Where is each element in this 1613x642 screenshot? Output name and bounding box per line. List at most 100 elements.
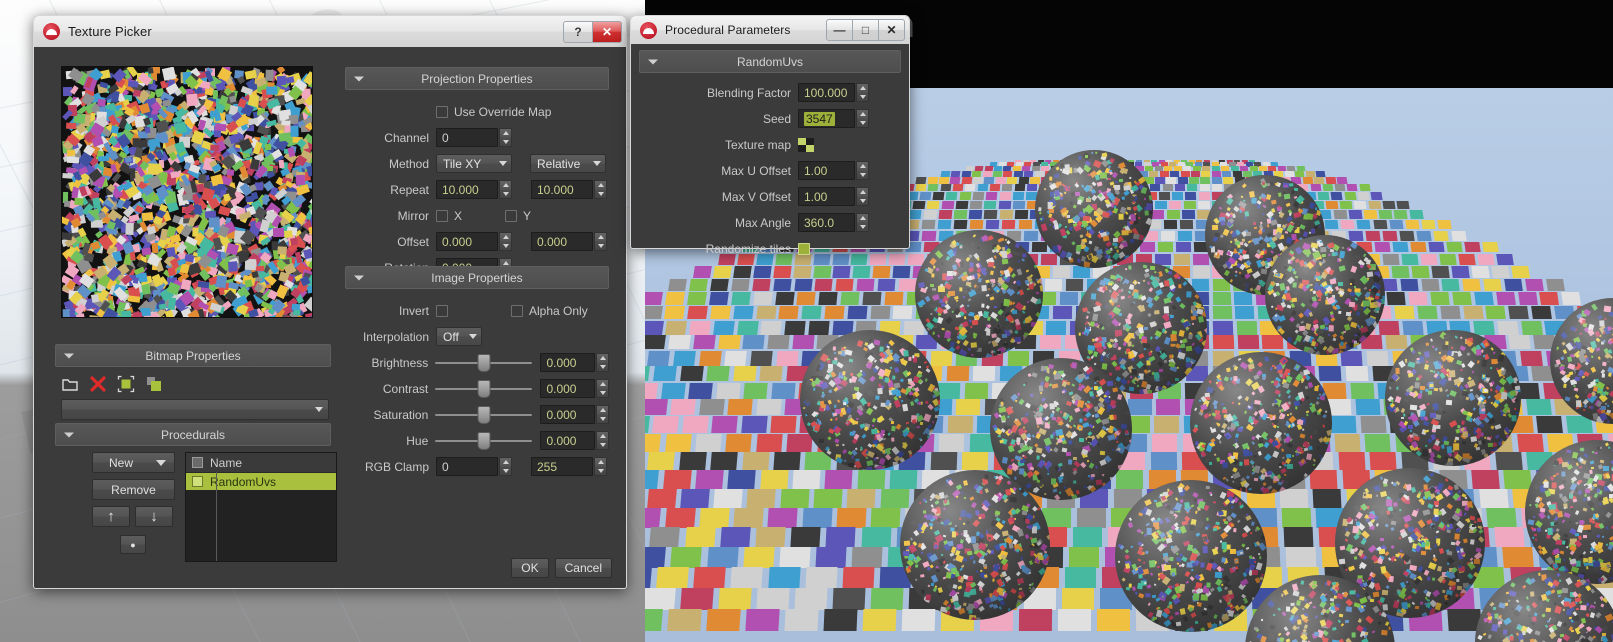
max-angle-label: Max Angle xyxy=(734,215,791,230)
help-button[interactable]: ? xyxy=(563,20,593,43)
invert-row: Invert Alpha Only xyxy=(337,299,609,322)
invert-checkbox[interactable] xyxy=(436,304,448,317)
randomuvs-header[interactable]: RandomUvs xyxy=(639,50,901,73)
saturation-spinner[interactable] xyxy=(596,405,609,424)
chevron-down-icon xyxy=(648,59,658,64)
close-button[interactable]: ✕ xyxy=(879,19,905,41)
procedurals-header[interactable]: Procedurals xyxy=(55,423,331,446)
brightness-spinner[interactable] xyxy=(596,353,609,372)
method-dropdown[interactable]: Tile XY xyxy=(436,154,512,173)
offset-u-input[interactable]: 0.000 xyxy=(436,232,498,251)
blending-factor-input[interactable]: 100.000 xyxy=(798,83,855,102)
max-u-offset-row: Max U Offset 1.00 xyxy=(631,159,901,182)
contrast-row: Contrast 0.000 xyxy=(337,377,609,400)
mirror-x-checkbox[interactable] xyxy=(436,209,448,222)
image-properties-header[interactable]: Image Properties xyxy=(345,266,609,289)
texture-picker-titlebar[interactable]: Texture Picker ? ✕ xyxy=(34,16,626,47)
open-folder-icon[interactable] xyxy=(61,375,79,393)
max-u-offset-spinner[interactable] xyxy=(856,161,869,180)
contrast-input[interactable]: 0.000 xyxy=(540,379,596,398)
repeat-v-input[interactable]: 10.000 xyxy=(531,180,593,199)
hue-spinner[interactable] xyxy=(596,431,609,450)
cancel-button[interactable]: Cancel xyxy=(554,558,612,578)
list-item[interactable]: RandomUvs xyxy=(186,473,336,490)
hue-slider[interactable] xyxy=(435,431,533,450)
channel-input[interactable]: 0 xyxy=(436,128,498,147)
repeat-u-input[interactable]: 10.000 xyxy=(436,180,498,199)
rgb-clamp-min-spinner[interactable] xyxy=(499,457,512,476)
max-u-offset-input[interactable]: 1.00 xyxy=(798,161,855,180)
texture-picker-body: Bitmap Properties Procedurals New Remove… xyxy=(34,47,626,588)
procedural-parameters-dialog[interactable]: Procedural Parameters — □ ✕ RandomUvs Bl… xyxy=(630,15,910,256)
select-bitmap-icon[interactable] xyxy=(117,375,135,393)
app-logo-icon xyxy=(640,21,657,39)
bitmap-properties-section: Bitmap Properties xyxy=(47,337,339,420)
minimize-button[interactable]: — xyxy=(826,19,853,41)
use-override-map-checkbox[interactable] xyxy=(436,105,448,118)
procedural-options-button[interactable]: ● xyxy=(120,535,146,554)
remove-procedural-button[interactable]: Remove xyxy=(92,479,175,500)
ok-button[interactable]: OK xyxy=(511,558,549,578)
saturation-slider[interactable] xyxy=(435,405,533,424)
brightness-slider[interactable] xyxy=(435,353,533,372)
max-angle-spinner[interactable] xyxy=(856,213,869,232)
seed-input[interactable]: 3547 xyxy=(798,109,855,128)
repeat-u-spinner[interactable] xyxy=(499,180,512,199)
interpolation-dropdown[interactable]: Off xyxy=(436,327,482,346)
method-label: Method xyxy=(388,156,429,171)
brightness-input[interactable]: 0.000 xyxy=(540,353,596,372)
offset-v-spinner[interactable] xyxy=(594,232,607,251)
mirror-y-checkbox[interactable] xyxy=(505,209,518,222)
bitmap-properties-header[interactable]: Bitmap Properties xyxy=(55,344,331,367)
contrast-slider[interactable] xyxy=(435,379,533,398)
offset-v-input[interactable]: 0.000 xyxy=(531,232,593,251)
clear-bitmap-icon[interactable] xyxy=(89,375,107,393)
move-down-button[interactable]: ↓ xyxy=(135,506,173,527)
rgb-clamp-min-input[interactable]: 0 xyxy=(436,457,498,476)
repeat-v-spinner[interactable] xyxy=(594,180,607,199)
contrast-slider-knob[interactable] xyxy=(477,379,491,398)
move-up-button[interactable]: ↑ xyxy=(92,506,130,527)
blending-factor-label: Blending Factor xyxy=(706,85,791,100)
maximize-button[interactable]: □ xyxy=(853,19,879,41)
saturation-input[interactable]: 0.000 xyxy=(540,405,596,424)
contrast-spinner[interactable] xyxy=(596,379,609,398)
projection-properties-header[interactable]: Projection Properties xyxy=(345,67,609,90)
hue-slider-knob[interactable] xyxy=(477,431,491,450)
rgb-clamp-max-input[interactable]: 255 xyxy=(531,457,593,476)
projection-properties-label: Projection Properties xyxy=(421,71,533,86)
channel-row: Channel 0 xyxy=(337,126,609,149)
procedural-parameters-titlebar[interactable]: Procedural Parameters — □ ✕ xyxy=(631,16,909,44)
invert-label: Invert xyxy=(398,303,429,318)
procedurals-list-header: Name xyxy=(186,453,336,473)
brightness-slider-knob[interactable] xyxy=(477,353,491,372)
alpha-only-checkbox[interactable] xyxy=(511,304,523,317)
procedurals-section: Procedurals New Remove ↑ ↓ ● Name Random… xyxy=(47,416,339,572)
close-button[interactable]: ✕ xyxy=(593,20,622,43)
offset-u-spinner[interactable] xyxy=(499,232,512,251)
max-angle-input[interactable]: 360.0 xyxy=(798,213,855,232)
blending-factor-spinner[interactable] xyxy=(856,83,869,102)
channel-spinner[interactable] xyxy=(499,128,512,147)
saturation-slider-knob[interactable] xyxy=(477,405,491,424)
max-v-offset-input[interactable]: 1.00 xyxy=(798,187,855,206)
texture-preview[interactable] xyxy=(61,66,313,318)
use-override-map-row: Use Override Map xyxy=(337,100,609,123)
hue-input[interactable]: 0.000 xyxy=(540,431,596,450)
interpolation-label: Interpolation xyxy=(362,329,429,344)
max-v-offset-spinner[interactable] xyxy=(856,187,869,206)
method-mode-dropdown[interactable]: Relative xyxy=(530,154,606,173)
texture-picker-dialog[interactable]: Texture Picker ? ✕ Bitmap Properties Pro… xyxy=(33,15,627,589)
chevron-down-icon xyxy=(593,161,601,166)
new-procedural-button[interactable]: New xyxy=(92,452,175,473)
randomuvs-fields: Blending Factor 100.000 Seed 3547 Textur… xyxy=(631,78,909,260)
seed-spinner[interactable] xyxy=(856,109,869,128)
texture-map-swatch-icon[interactable] xyxy=(798,137,814,152)
rgb-clamp-max-spinner[interactable] xyxy=(594,457,607,476)
item-toggle-icon[interactable] xyxy=(192,476,203,487)
swap-bitmap-icon[interactable] xyxy=(145,375,163,393)
chevron-down-icon xyxy=(64,353,74,358)
procedurals-listbox[interactable]: Name RandomUvs xyxy=(185,452,337,562)
randomize-tiles-checkbox[interactable] xyxy=(798,242,810,255)
procedural-item-label: RandomUvs xyxy=(210,474,277,489)
